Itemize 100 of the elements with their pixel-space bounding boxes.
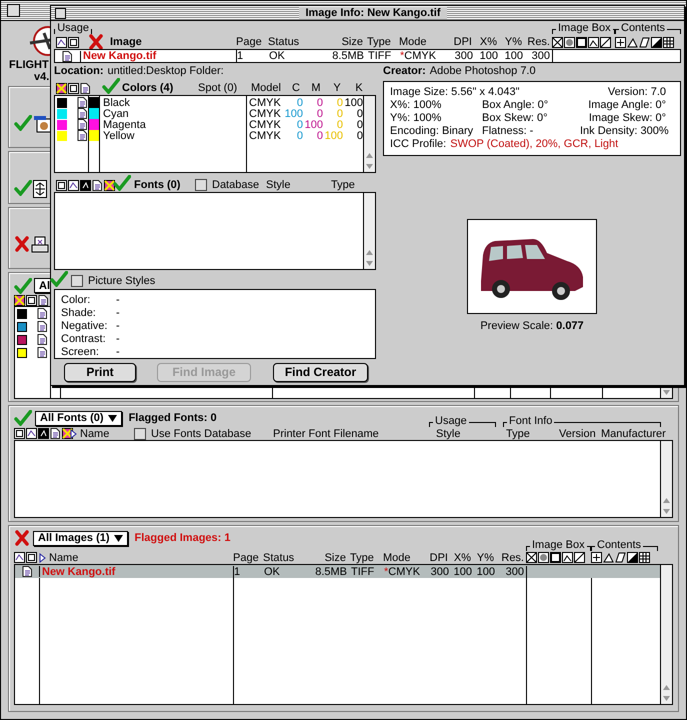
- checkbox[interactable]: [195, 179, 207, 191]
- document-icon: [62, 50, 73, 62]
- page-icon[interactable]: [68, 180, 79, 191]
- table-cell: 0: [336, 108, 343, 120]
- group-label: Usage: [434, 416, 468, 427]
- section-title: Colors (4): [122, 82, 174, 94]
- column-header: Style: [436, 428, 460, 440]
- table-cell: CMYK: [249, 130, 281, 142]
- field-label: ICC Profile:: [390, 138, 446, 151]
- flagged-count: Flagged Images: 1: [134, 532, 231, 544]
- table-cell: 0: [296, 130, 303, 142]
- column-header: X%: [454, 552, 471, 564]
- checkbox-label: Use Fonts Database: [151, 428, 252, 440]
- info-field: Box Skew: 0°: [482, 112, 548, 124]
- table-cell: 100: [504, 50, 523, 62]
- scrollbar[interactable]: [660, 565, 672, 704]
- scrollbar[interactable]: [660, 441, 672, 517]
- column-header: Status: [263, 552, 294, 564]
- scrollbar[interactable]: [363, 193, 375, 269]
- picture-box-icon[interactable]: [588, 36, 599, 48]
- grid-icon[interactable]: [639, 552, 650, 563]
- picture-box-icon[interactable]: [562, 552, 573, 563]
- column-header: Model: [251, 82, 281, 94]
- document-icon: [77, 108, 88, 119]
- page-icon[interactable]: [14, 552, 25, 563]
- filter-dropdown[interactable]: All Images (1): [33, 530, 128, 546]
- column-header: Name: [49, 552, 78, 564]
- logo-text: v4.: [34, 71, 50, 83]
- document-icon[interactable]: [80, 83, 91, 94]
- column-header: Manufacturer: [601, 428, 666, 440]
- table-cell: 100: [454, 566, 472, 578]
- table-cell: -: [116, 332, 120, 344]
- page-icon[interactable]: [56, 36, 67, 48]
- dialog-button[interactable]: Find Creator: [273, 362, 368, 382]
- table-cell: 100: [284, 108, 303, 120]
- section-title: Fonts (0): [134, 179, 182, 191]
- table-cell: 300: [506, 566, 524, 578]
- preview-caption: Preview Scale: 0.077: [479, 320, 585, 332]
- info-field: Flatness: -: [482, 125, 534, 137]
- field-value: Adobe Photoshop 7.0: [430, 64, 536, 76]
- column-header: Y%: [504, 36, 522, 48]
- bold-box-icon[interactable]: [576, 36, 587, 48]
- triangle-icon[interactable]: [603, 552, 614, 563]
- info-field: X%: 100%: [390, 99, 442, 111]
- document-icon[interactable]: [50, 428, 61, 439]
- table-cell: Shade:: [61, 306, 96, 318]
- circle-box-icon[interactable]: [538, 552, 549, 563]
- page-icon[interactable]: [26, 428, 37, 439]
- scrollbar[interactable]: [363, 96, 375, 172]
- column-header: Page: [236, 36, 262, 48]
- circle-box-icon[interactable]: [564, 36, 575, 48]
- half-filled-box-icon[interactable]: [651, 36, 662, 48]
- column-header: Image: [110, 36, 142, 48]
- field-label: Creator:: [383, 64, 426, 76]
- dark-page-icon[interactable]: [80, 180, 91, 191]
- caret-icon: [108, 414, 117, 422]
- document-icon[interactable]: [92, 180, 103, 191]
- table-row[interactable]: New Kango.tif 1 OK 8.5MB TIFF *CMYK 300 100 100 300: [15, 565, 660, 578]
- column-header: Printer Font Filename: [273, 428, 379, 440]
- dialog-button[interactable]: Print: [64, 362, 136, 382]
- filter-dropdown[interactable]: All Fonts (0): [35, 410, 122, 426]
- table-cell: CMYK: [249, 118, 281, 130]
- table-cell: TIFF: [368, 50, 392, 62]
- checkbox[interactable]: [134, 428, 146, 440]
- sort-triangle-icon[interactable]: [70, 428, 77, 438]
- close-box[interactable]: [55, 8, 66, 18]
- bold-box-icon[interactable]: [550, 552, 561, 563]
- plus-box-icon[interactable]: [615, 36, 626, 48]
- color-name: Magenta: [103, 118, 146, 130]
- plus-box-icon[interactable]: [591, 552, 602, 563]
- table-cell: 0: [296, 118, 303, 130]
- column-header: Version: [559, 428, 596, 440]
- column-header: Page: [233, 552, 259, 564]
- crossed-box-icon[interactable]: [552, 36, 563, 48]
- dark-page-icon[interactable]: [38, 428, 49, 439]
- info-field: Image Angle: 0°: [588, 99, 666, 111]
- table-cell: 100: [304, 118, 323, 130]
- half-filled-box-icon[interactable]: [627, 552, 638, 563]
- column-header: Spot (0): [198, 82, 238, 94]
- diagonal-box-icon[interactable]: [600, 36, 611, 48]
- column-header: DPI: [454, 36, 472, 48]
- grid-icon[interactable]: [663, 36, 674, 48]
- field-value: untitled:Desktop Folder:: [108, 64, 224, 76]
- info-field: Ink Density: 300%: [580, 125, 669, 137]
- column-header: Name: [80, 428, 110, 440]
- table-cell: Negative:: [61, 320, 108, 332]
- table-cell: -: [116, 320, 120, 332]
- diagonal-box-icon[interactable]: [574, 552, 585, 563]
- table-cell: -: [116, 306, 120, 318]
- sort-triangle-icon[interactable]: [39, 552, 46, 562]
- table-cell: 0: [316, 108, 323, 120]
- triangle-icon[interactable]: [627, 36, 638, 48]
- table-cell: 300: [430, 566, 449, 578]
- column-header: Style: [266, 179, 290, 191]
- checkbox[interactable]: [71, 275, 83, 287]
- table-cell: 300: [532, 50, 550, 62]
- document-icon: [37, 321, 48, 332]
- document-icon: [77, 130, 88, 141]
- close-box[interactable]: [7, 4, 20, 17]
- crossed-box-icon[interactable]: [526, 552, 537, 563]
